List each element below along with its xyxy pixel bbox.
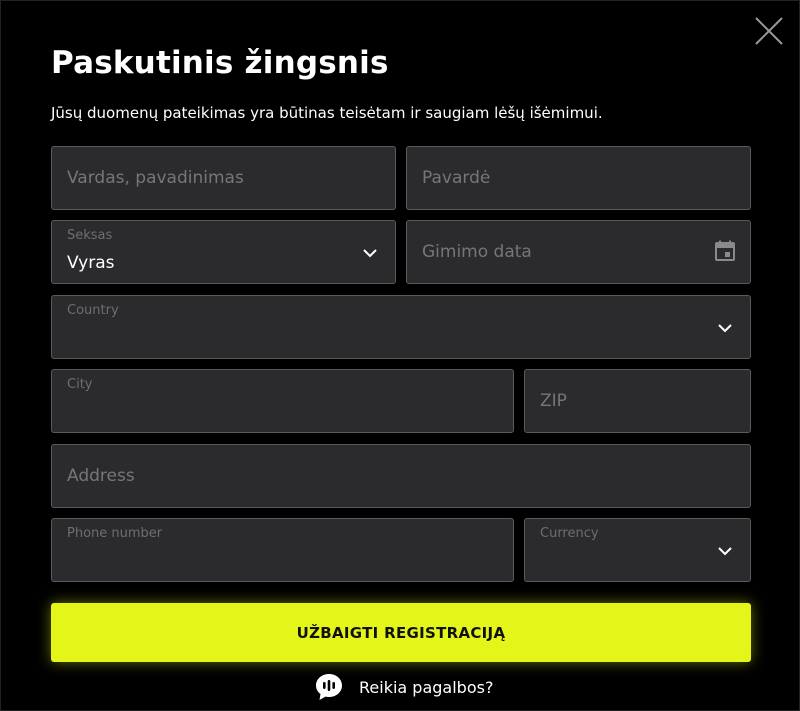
address-field[interactable]: Address	[51, 444, 751, 508]
city-field[interactable]: City	[51, 369, 514, 433]
close-icon	[755, 17, 783, 45]
zip-placeholder: ZIP	[540, 391, 567, 411]
currency-select[interactable]: Currency	[524, 518, 751, 582]
phone-label: Phone number	[67, 526, 163, 541]
chevron-down-icon	[363, 249, 377, 258]
first-name-field[interactable]: Vardas, pavadinimas	[51, 146, 396, 210]
chevron-down-icon	[718, 547, 732, 556]
birth-date-placeholder: Gimimo data	[422, 242, 532, 262]
chat-bubble-icon	[316, 674, 342, 700]
address-placeholder: Address	[67, 466, 135, 486]
calendar-icon[interactable]	[713, 239, 737, 263]
chevron-down-icon	[718, 324, 732, 333]
close-button[interactable]	[753, 15, 785, 47]
birth-date-field[interactable]: Gimimo data	[406, 220, 751, 284]
country-select[interactable]: Country	[51, 295, 751, 359]
gender-value: Vyras	[67, 253, 115, 273]
last-name-placeholder: Pavardė	[422, 168, 491, 188]
country-label: Country	[67, 303, 119, 318]
help-link[interactable]: Reikia pagalbos?	[313, 671, 493, 703]
last-name-field[interactable]: Pavardė	[406, 146, 751, 210]
gender-select[interactable]: Seksas Vyras	[51, 220, 396, 284]
help-label: Reikia pagalbos?	[359, 677, 494, 697]
registration-modal: Paskutinis žingsnis Jūsų duomenų pateiki…	[0, 0, 800, 711]
currency-label: Currency	[540, 526, 599, 541]
modal-subtitle: Jūsų duomenų pateikimas yra būtinas teis…	[51, 104, 603, 122]
zip-field[interactable]: ZIP	[524, 369, 751, 433]
complete-registration-label: UŽBAIGTI REGISTRACIJĄ	[296, 623, 506, 642]
first-name-placeholder: Vardas, pavadinimas	[67, 168, 244, 188]
phone-field[interactable]: Phone number	[51, 518, 514, 582]
complete-registration-button[interactable]: UŽBAIGTI REGISTRACIJĄ	[51, 603, 751, 662]
gender-label: Seksas	[67, 228, 113, 243]
city-label: City	[67, 377, 93, 392]
modal-title: Paskutinis žingsnis	[51, 45, 389, 81]
